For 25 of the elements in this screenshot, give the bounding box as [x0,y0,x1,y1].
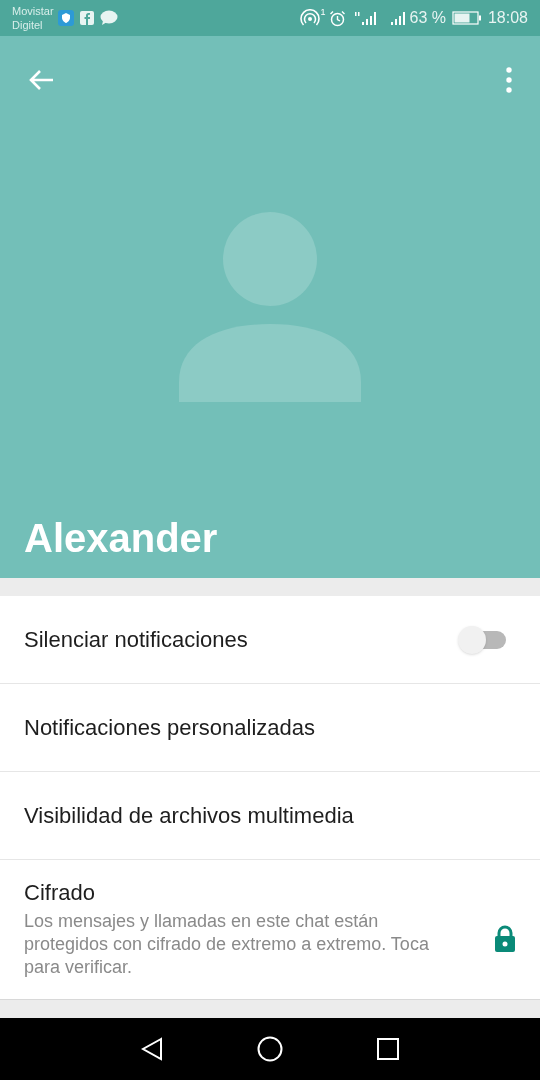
setting-label: Notificaciones personalizadas [24,714,316,742]
carrier-name: Digitel [12,18,44,32]
clock: 18:08 [487,8,528,28]
chat-bubble-icon [99,10,118,26]
setting-label: Silenciar notificaciones [24,626,249,654]
setting-description: Los mensajes y llamadas en este chat están protegidos con cifrado de extremo a extremo. Toca para verificar. [24,910,429,979]
facebook-icon [79,11,94,25]
alarm-icon [329,9,347,27]
avatar-placeholder-icon [179,212,361,402]
hotspot-count: 1 [320,6,326,19]
hotspot-icon [300,9,321,27]
lock-icon [494,924,516,953]
carrier-name: Movistar [12,4,54,18]
setting-label: Visibilidad de archivos multimedia [24,802,354,830]
setting-label: Cifrado [24,879,96,907]
more-vertical-icon [506,67,512,93]
home-nav-icon[interactable] [257,1036,283,1062]
battery-icon [451,11,482,25]
contact-name: Alexander [23,515,219,562]
recents-nav-icon[interactable] [377,1038,399,1060]
toggle-switch[interactable] [458,625,508,654]
back-nav-icon[interactable] [141,1037,163,1061]
shield-icon [57,10,74,26]
battery-percent: 63 % [409,8,446,28]
back-arrow-icon [28,69,54,91]
